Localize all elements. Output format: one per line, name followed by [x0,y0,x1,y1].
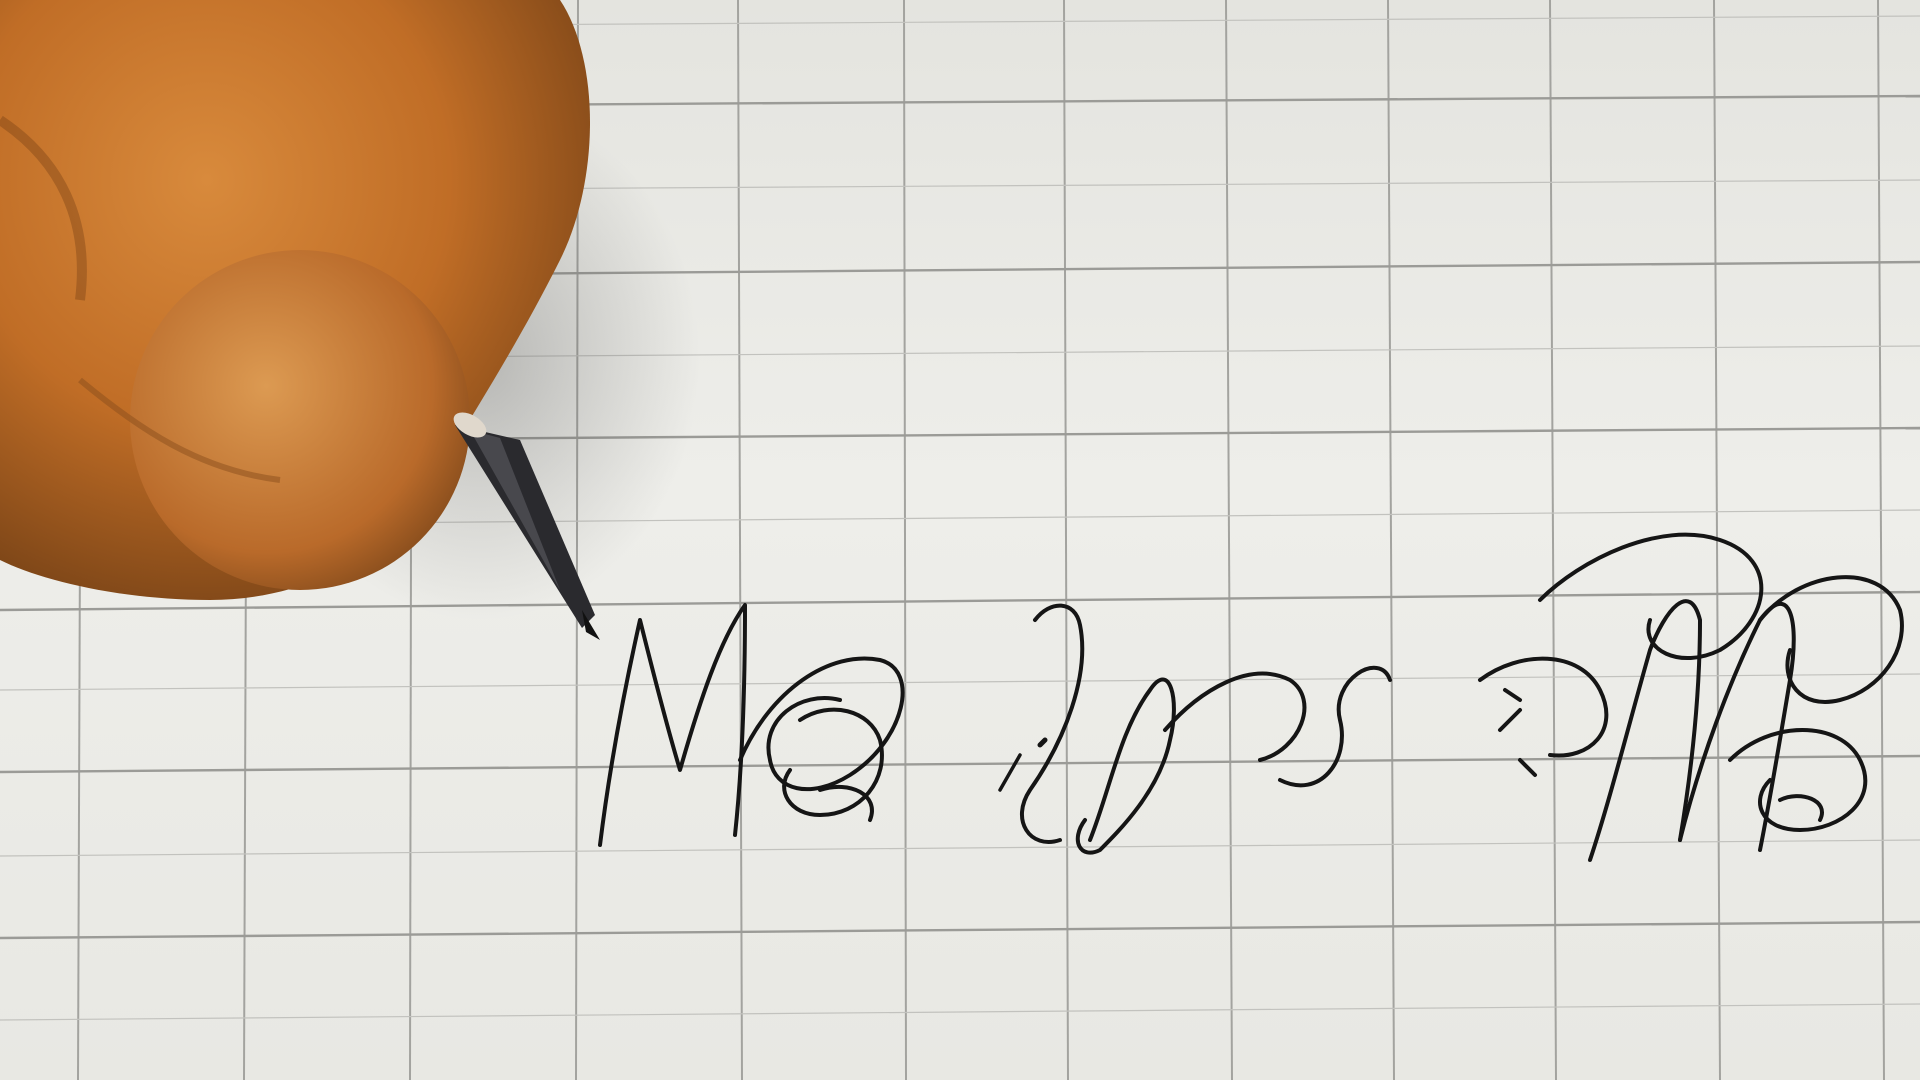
photo-scene [0,0,1920,1080]
handwritten-calligraphy [598,532,1904,862]
